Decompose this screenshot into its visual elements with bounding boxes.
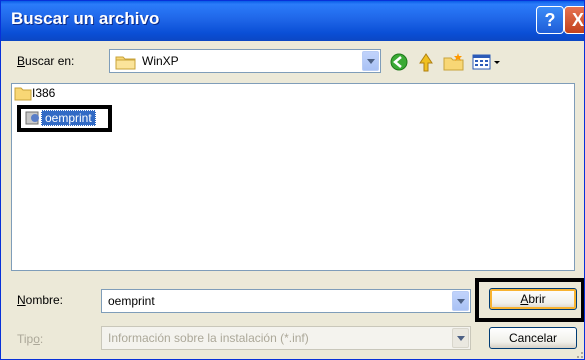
help-button[interactable]: ? bbox=[536, 6, 564, 34]
filename-value: oemprint bbox=[108, 294, 155, 308]
close-button[interactable]: X bbox=[564, 6, 584, 34]
title-bar[interactable]: Buscar un archivo ? X bbox=[1, 1, 584, 41]
filetype-label: Tipo: bbox=[17, 332, 44, 346]
filename-combo[interactable]: oemprint bbox=[101, 289, 471, 313]
lookin-value: WinXP bbox=[142, 54, 179, 68]
up-folder-icon[interactable] bbox=[416, 51, 436, 73]
window-title: Buscar un archivo bbox=[11, 9, 160, 28]
lookin-combo[interactable]: WinXP bbox=[109, 49, 381, 73]
view-menu-icon[interactable] bbox=[472, 52, 504, 72]
folder-icon bbox=[115, 56, 136, 70]
folder-icon bbox=[14, 87, 32, 101]
cancel-button[interactable]: Cancelar bbox=[489, 327, 577, 349]
resize-grip-icon[interactable] bbox=[573, 348, 585, 360]
filename-label: Nombre: bbox=[17, 293, 64, 307]
filetype-dropdown-button[interactable] bbox=[452, 328, 469, 348]
list-item-label: I386 bbox=[32, 86, 56, 100]
filetype-combo[interactable]: Información sobre la instalación (*.inf) bbox=[101, 326, 471, 350]
filename-dropdown-button[interactable] bbox=[452, 291, 469, 311]
highlight-box bbox=[17, 105, 112, 132]
lookin-dropdown-button[interactable] bbox=[362, 51, 379, 71]
lookin-label: Buscar en: bbox=[17, 54, 75, 68]
filetype-value: Información sobre la instalación (*.inf) bbox=[108, 331, 309, 345]
highlight-box bbox=[475, 278, 584, 322]
open-file-dialog: Buscar un archivo ? X Buscar en: WinXP I… bbox=[0, 0, 585, 360]
back-icon[interactable] bbox=[389, 52, 409, 72]
new-folder-icon[interactable] bbox=[443, 52, 465, 72]
